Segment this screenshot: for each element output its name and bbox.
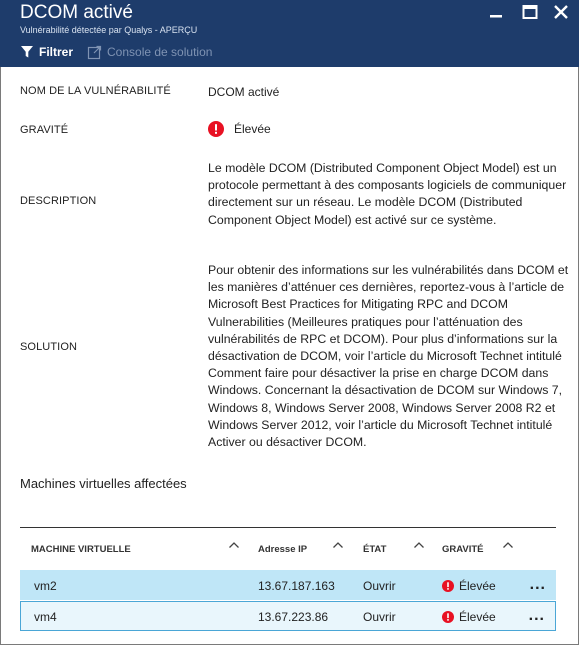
error-icon xyxy=(208,121,224,137)
solution-text: Pour obtenir des informations sur les vu… xyxy=(208,263,569,450)
error-icon xyxy=(442,580,454,592)
table-top-border xyxy=(20,527,556,528)
more-actions-button[interactable]: ... xyxy=(529,607,545,625)
column-header-vm[interactable]: MACHINE VIRTUELLE xyxy=(31,544,131,555)
state-cell: Ouvrir xyxy=(363,610,396,624)
vm-name-cell: vm4 xyxy=(34,610,57,624)
ip-cell: 13.67.223.86 xyxy=(258,610,329,624)
description-text: Le modèle DCOM (Distributed Component Ob… xyxy=(208,161,567,227)
minimize-icon xyxy=(490,15,502,18)
filter-button[interactable]: Filtrer xyxy=(20,45,73,59)
severity-cell-text: Élevée xyxy=(459,610,496,624)
vulnerability-name-value: DCOM activé xyxy=(208,85,280,99)
solution-label: SOLUTION xyxy=(20,341,78,353)
chevron-up-icon[interactable] xyxy=(413,539,425,551)
minimize-button[interactable] xyxy=(486,2,506,22)
severity-cell: Élevée xyxy=(442,610,496,624)
maximize-button[interactable] xyxy=(520,2,540,22)
ip-cell: 13.67.187.163 xyxy=(258,579,335,593)
error-icon xyxy=(442,611,454,623)
description-label: DESCRIPTION xyxy=(20,195,97,207)
chevron-up-icon[interactable] xyxy=(228,539,240,551)
page-subtitle: Vulnérabilité détectée par Qualys - APER… xyxy=(20,25,198,35)
filter-label: Filtrer xyxy=(39,45,74,59)
severity-cell: Élevée xyxy=(442,579,496,593)
maximize-icon xyxy=(522,5,538,19)
close-icon xyxy=(554,5,568,19)
toolbar: Filtrer Console de solution xyxy=(20,42,226,62)
affected-vms-title: Machines virtuelles affectées xyxy=(20,476,187,491)
column-header-ip[interactable]: Adresse IP xyxy=(258,544,307,555)
vulnerability-name-label: NOM DE LA VULNÉRABILITÉ xyxy=(20,85,171,97)
severity-value: Élevée xyxy=(208,121,271,137)
severity-cell-text: Élevée xyxy=(459,579,496,593)
table-row[interactable]: vm4 13.67.223.86 Ouvrir Élevée ... xyxy=(20,601,556,631)
vm-name-cell: vm2 xyxy=(34,579,57,593)
blade-header: DCOM activé Vulnérabilité détectée par Q… xyxy=(0,0,579,67)
filter-icon xyxy=(21,46,33,58)
column-header-severity[interactable]: GRAVITÉ xyxy=(442,544,484,555)
solution-console-button[interactable]: Console de solution xyxy=(87,45,212,60)
table-row[interactable]: vm2 13.67.187.163 Ouvrir Élevée ... xyxy=(20,570,556,600)
chevron-up-icon[interactable] xyxy=(502,539,514,551)
solution-console-label: Console de solution xyxy=(107,45,213,59)
severity-label: GRAVITÉ xyxy=(20,124,69,136)
external-link-icon xyxy=(87,45,102,59)
page-title: DCOM activé xyxy=(20,2,133,23)
state-cell: Ouvrir xyxy=(363,579,396,593)
more-actions-button[interactable]: ... xyxy=(530,576,546,594)
close-button[interactable] xyxy=(551,2,571,22)
chevron-up-icon[interactable] xyxy=(332,539,344,551)
severity-text: Élevée xyxy=(234,122,271,136)
column-header-state[interactable]: ÉTAT xyxy=(363,544,386,555)
